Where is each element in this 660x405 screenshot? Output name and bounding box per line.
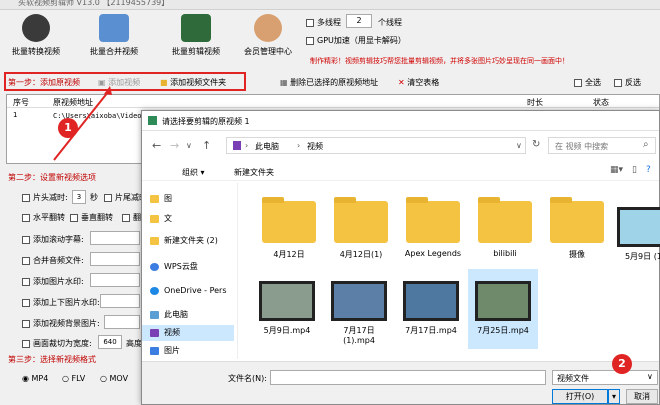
filetype-select[interactable]: 视频文件 ∨ (552, 370, 658, 385)
nav-item-label: 文 (164, 214, 172, 223)
folder-icon (262, 197, 316, 243)
nav-item-label: 图 (164, 194, 172, 203)
video-thumbnail (617, 207, 660, 247)
arrow-1-head (104, 86, 112, 95)
organize-button[interactable]: 组织 ▾ (182, 167, 205, 178)
folder-label: 摄像 (569, 250, 585, 259)
dialog-titlebar: 请选择要剪辑的原视频 1 (142, 111, 659, 131)
nav-item-label: WPS云盘 (164, 262, 198, 271)
file-open-dialog[interactable]: 请选择要剪辑的原视频 1 ← → ∨ ↑ › 此电脑 › 视频 ∨ ↻ 在 视频… (141, 110, 660, 405)
navigation-pane: 图 文 新建文件夹 (2) WPS云盘 OneDrive - Pers 此电脑 … (142, 183, 238, 359)
folder-icon (406, 197, 460, 243)
folder-item[interactable]: 4月12日 (260, 197, 318, 260)
folder-item[interactable]: 4月12日(1) (332, 197, 390, 260)
folder-icon (550, 197, 604, 243)
picture-folder-icon (150, 347, 159, 355)
chevron-down-icon[interactable]: ∨ (186, 141, 192, 150)
chevron-down-icon: ∨ (647, 372, 653, 381)
help-icon[interactable]: ? (646, 165, 651, 175)
nav-item-pictures[interactable]: 图 (142, 191, 234, 207)
chevron-down-icon: ▾ (611, 392, 616, 401)
folder-label: 4月12日(1) (339, 250, 383, 259)
breadcrumb-separator-icon: › (245, 141, 249, 150)
nav-item-label: 此电脑 (164, 310, 188, 319)
address-dropdown-icon[interactable]: ∨ (516, 141, 522, 150)
folder-label: bilibili (493, 249, 517, 258)
search-input[interactable]: 在 视频 中搜索 (555, 141, 608, 152)
video-thumbnail (331, 281, 387, 321)
nav-item-wps-cloud[interactable]: WPS云盘 (142, 259, 234, 275)
video-item[interactable]: 7月17日 (1).mp4 (328, 281, 390, 345)
filetype-label: 视频文件 (557, 374, 589, 383)
view-options-icon[interactable]: ▦▾ (610, 165, 623, 175)
search-box[interactable]: 在 视频 中搜索 ⌕ (548, 137, 656, 154)
nav-item-documents[interactable]: 文 (142, 211, 234, 227)
open-button[interactable]: 打开(O) (552, 389, 608, 404)
video-item[interactable]: 5月9日.mp4 (256, 281, 318, 336)
folder-item[interactable]: bilibili (476, 197, 534, 258)
video-folder-icon (233, 141, 241, 150)
open-dropdown-button[interactable]: ▾ (608, 389, 620, 404)
nav-item-label: OneDrive - Pers (164, 286, 227, 295)
video-thumbnail (475, 281, 531, 321)
folder-icon (150, 237, 159, 245)
new-folder-button[interactable]: 新建文件夹 (234, 167, 274, 178)
folder-icon (334, 197, 388, 243)
annotation-marker-2: 2 (612, 354, 632, 374)
folder-icon (478, 197, 532, 243)
nav-item-onedrive[interactable]: OneDrive - Pers (142, 283, 234, 299)
video-folder-icon (150, 329, 159, 337)
folder-icon (150, 195, 159, 203)
nav-item-label: 视频 (164, 328, 180, 337)
dialog-app-icon (148, 116, 157, 125)
dialog-navbar: ← → ∨ ↑ › 此电脑 › 视频 ∨ ↻ 在 视频 中搜索 ⌕ (142, 135, 659, 157)
cancel-label: 取消 (634, 392, 650, 401)
nav-item-images[interactable]: 图片 (142, 343, 234, 359)
cancel-button[interactable]: 取消 (626, 389, 658, 404)
video-item-selected[interactable]: 7月25日.mp4 (472, 281, 534, 336)
video-label: 7月17日.mp4 (405, 326, 457, 335)
breadcrumb-videos[interactable]: 视频 (307, 141, 323, 152)
address-bar[interactable]: › 此电脑 › 视频 (226, 137, 526, 154)
video-item[interactable]: 5月9日 (1) (614, 207, 660, 262)
nav-item-new-folder-2[interactable]: 新建文件夹 (2) (142, 233, 234, 249)
dialog-title: 请选择要剪辑的原视频 1 (162, 117, 250, 126)
back-arrow-icon[interactable]: ← (152, 139, 161, 152)
refresh-icon[interactable]: ↻ (532, 139, 540, 150)
computer-icon (150, 311, 159, 319)
video-thumbnail (259, 281, 315, 321)
breadcrumb-this-pc[interactable]: 此电脑 (255, 141, 279, 152)
search-icon: ⌕ (643, 139, 649, 150)
preview-pane-icon[interactable]: ▯ (632, 165, 637, 175)
video-item[interactable]: 7月17日.mp4 (400, 281, 462, 336)
command-bar: 组织 ▾ 新建文件夹 ▦▾ ▯ ? (142, 163, 659, 181)
folder-label: 4月12日 (273, 250, 305, 259)
up-arrow-icon[interactable]: ↑ (202, 139, 211, 152)
dialog-footer: 文件名(N): 视频文件 ∨ 打开(O) ▾ 取消 (142, 361, 659, 404)
forward-arrow-icon[interactable]: → (170, 139, 179, 152)
video-label: 5月9日.mp4 (263, 326, 311, 335)
cloud-icon (150, 263, 159, 271)
nav-item-label: 图片 (164, 346, 180, 355)
nav-item-label: 新建文件夹 (2) (164, 236, 218, 245)
video-label: 5月9日 (1) (624, 252, 660, 261)
folder-item[interactable]: 摄像 (548, 197, 606, 260)
nav-item-videos[interactable]: 视频 (142, 325, 234, 341)
breadcrumb-separator-icon: › (297, 141, 301, 150)
nav-item-this-pc[interactable]: 此电脑 (142, 307, 234, 323)
open-label: 打开(O) (565, 392, 595, 401)
folder-icon (150, 215, 159, 223)
video-label: 7月17日 (1).mp4 (343, 326, 375, 345)
video-thumbnail (403, 281, 459, 321)
annotation-marker-1: 1 (58, 118, 78, 138)
folder-item[interactable]: Apex Legends (404, 197, 462, 258)
onedrive-icon (150, 287, 159, 295)
filename-label: 文件名(N): (228, 374, 267, 383)
folder-label: Apex Legends (404, 249, 462, 258)
filename-input[interactable] (270, 370, 546, 385)
video-label: 7月25日.mp4 (477, 326, 529, 335)
